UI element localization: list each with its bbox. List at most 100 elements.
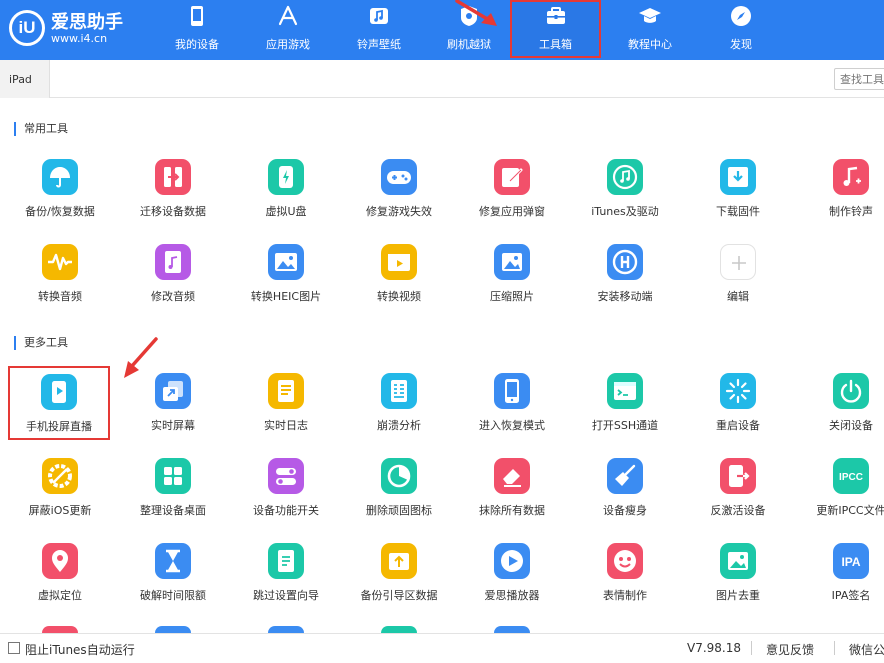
tool-label: 修复游戏失效	[366, 205, 432, 218]
logo-mark: iU	[9, 10, 45, 46]
music-note-icon	[833, 159, 869, 195]
feedback-link[interactable]: 意见反馈	[766, 641, 814, 658]
tool-make-ringtone[interactable]: 制作铃声	[795, 159, 884, 239]
tool-compress-photo[interactable]: 压缩照片	[456, 244, 568, 324]
tool-backup-restore[interactable]: 备份/恢复数据	[4, 159, 116, 239]
tool-label: 手机投屏直播	[26, 420, 92, 433]
tool-label: 设备瘦身	[603, 504, 647, 517]
tool-deactivate-device[interactable]: 反激活设备	[682, 458, 794, 538]
app-logo[interactable]: iU 爱思助手 www.i4.cn	[9, 4, 129, 56]
eraser-icon	[494, 458, 530, 494]
tool-live-screen[interactable]: 实时屏幕	[117, 373, 229, 453]
tool-convert-heic[interactable]: 转换HEIC图片	[230, 244, 342, 324]
nav-discover[interactable]: 发现	[696, 0, 786, 58]
tool-emoji-maker[interactable]: 表情制作	[569, 543, 681, 623]
tool-open-ssh[interactable]: 打开SSH通道	[569, 373, 681, 453]
tool-ipa-sign[interactable]: IPA IPA签名	[795, 543, 884, 623]
tool-virtual-udisk[interactable]: 虚拟U盘	[230, 159, 342, 239]
tool-label: 屏蔽iOS更新	[28, 504, 92, 517]
umbrella-icon	[42, 159, 78, 195]
nav-my-device[interactable]: 我的设备	[152, 0, 242, 58]
nav-toolbox[interactable]: 工具箱	[510, 0, 601, 58]
nav-label: 应用游戏	[266, 38, 310, 51]
audio-file-icon	[155, 244, 191, 280]
pie-icon	[381, 458, 417, 494]
app-url: www.i4.cn	[51, 32, 108, 45]
tool-convert-audio[interactable]: 转换音频	[4, 244, 116, 324]
status-bar: 阻止iTunes自动运行 V7.98.18 意见反馈 微信公	[0, 633, 884, 663]
tool-block-ios-update[interactable]: 屏蔽iOS更新	[4, 458, 116, 538]
tool-edit[interactable]: 编辑	[682, 244, 794, 324]
search-input[interactable]	[834, 68, 884, 90]
tool-update-ipcc[interactable]: IPCC 更新IPCC文件	[795, 458, 884, 538]
tool-image-dedupe[interactable]: 图片去重	[682, 543, 794, 623]
tool-erase-all-data[interactable]: 抹除所有数据	[456, 458, 568, 538]
nav-tutorials[interactable]: 教程中心	[605, 0, 695, 58]
gamepad-icon	[381, 159, 417, 195]
tool-label: 打开SSH通道	[591, 419, 659, 432]
tool-organize-desktop[interactable]: 整理设备桌面	[117, 458, 229, 538]
location-pin-icon	[42, 543, 78, 579]
tool-shutdown-device[interactable]: 关闭设备	[795, 373, 884, 453]
crash-report-icon	[381, 373, 417, 409]
tool-delete-stubborn-icon[interactable]: 删除顽固图标	[343, 458, 455, 538]
wechat-link[interactable]: 微信公	[849, 641, 884, 658]
ipcc-icon: IPCC	[833, 458, 869, 494]
block-itunes-label[interactable]: 阻止iTunes自动运行	[25, 641, 135, 658]
block-itunes-checkbox[interactable]	[8, 642, 20, 654]
tool-crack-time-limit[interactable]: 破解时间限额	[117, 543, 229, 623]
device-tab-ipad[interactable]: iPad	[0, 60, 50, 98]
nav-ringtones-wallpapers[interactable]: 铃声壁纸	[334, 0, 424, 58]
tool-edit-audio[interactable]: 修改音频	[117, 244, 229, 324]
broom-icon	[607, 458, 643, 494]
tool-label: 破解时间限额	[140, 589, 206, 602]
compass-icon	[731, 6, 751, 26]
nav-label: 铃声壁纸	[357, 38, 401, 51]
section-title-common: 常用工具	[14, 122, 68, 136]
tool-label: 关闭设备	[829, 419, 873, 432]
tool-live-log[interactable]: 实时日志	[230, 373, 342, 453]
tool-label: 压缩照片	[490, 290, 534, 303]
grid-icon	[155, 458, 191, 494]
section-title-more: 更多工具	[14, 336, 68, 350]
nav-label: 发现	[730, 38, 752, 51]
tool-label: 转换视频	[377, 290, 421, 303]
tool-backup-boot[interactable]: 备份引导区数据	[343, 543, 455, 623]
tool-skip-setup[interactable]: 跳过设置向导	[230, 543, 342, 623]
restart-icon	[720, 373, 756, 409]
top-bar: iU 爱思助手 www.i4.cn 我的设备 应用游戏 铃声壁纸 刷机越狱 工具…	[0, 0, 884, 60]
tool-label: 安装移动端	[597, 290, 653, 303]
tool-migrate-data[interactable]: 迁移设备数据	[117, 159, 229, 239]
tool-feature-switches[interactable]: 设备功能开关	[230, 458, 342, 538]
tool-label: 重启设备	[716, 419, 760, 432]
tool-recovery-mode[interactable]: 进入恢复模式	[456, 373, 568, 453]
tool-screen-cast-live[interactable]: 手机投屏直播	[8, 366, 110, 440]
tool-label: 转换音频	[38, 290, 82, 303]
graduation-cap-icon	[639, 8, 661, 23]
tool-fix-game[interactable]: 修复游戏失效	[343, 159, 455, 239]
waveform-icon	[42, 244, 78, 280]
tool-install-mobile[interactable]: 安装移动端	[569, 244, 681, 324]
tool-label: 备份引导区数据	[360, 589, 438, 602]
tool-label: 进入恢复模式	[479, 419, 545, 432]
svg-text:IPA: IPA	[841, 555, 860, 569]
tool-convert-video[interactable]: 转换视频	[343, 244, 455, 324]
tool-virtual-location[interactable]: 虚拟定位	[4, 543, 116, 623]
tool-label: 迁移设备数据	[140, 205, 206, 218]
video-convert-icon	[381, 244, 417, 280]
tool-device-slim[interactable]: 设备瘦身	[569, 458, 681, 538]
tool-crash-analysis[interactable]: 崩溃分析	[343, 373, 455, 453]
tool-fix-app-popup[interactable]: 修复应用弹窗	[456, 159, 568, 239]
tool-i4-player[interactable]: 爱思播放器	[456, 543, 568, 623]
tool-label: 表情制作	[603, 589, 647, 602]
music-icon	[370, 8, 388, 24]
nav-apps-games[interactable]: 应用游戏	[243, 0, 333, 58]
tool-restart-device[interactable]: 重启设备	[682, 373, 794, 453]
power-icon	[833, 373, 869, 409]
tool-itunes-driver[interactable]: iTunes及驱动	[569, 159, 681, 239]
tool-label: 跳过设置向导	[253, 589, 319, 602]
tool-label: 虚拟定位	[38, 589, 82, 602]
plus-icon	[720, 244, 756, 280]
tool-label: 爱思播放器	[484, 589, 540, 602]
tool-download-firmware[interactable]: 下载固件	[682, 159, 794, 239]
